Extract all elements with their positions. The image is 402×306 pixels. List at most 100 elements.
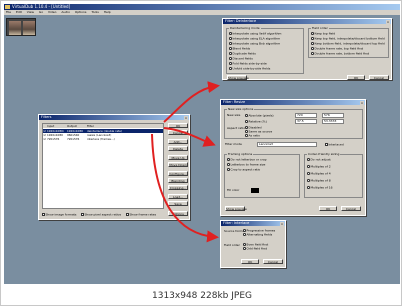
input-video-pane <box>9 21 21 35</box>
column-filter[interactable]: Filter <box>87 124 94 128</box>
mode-yadif-radio[interactable]: Interpolate using Yadif algorithm <box>229 32 281 36</box>
codec-mult-16-radio[interactable]: Multiples of 16 <box>307 186 333 190</box>
field-keep-bottom-interp-radio[interactable]: Keep bottom field, interpolate/discard t… <box>311 42 385 46</box>
mode-fold-radio[interactable]: Fold fields side-by-side <box>229 62 267 66</box>
blending-button[interactable]: Blending <box>168 178 188 183</box>
save-button[interactable]: Save <box>168 201 188 206</box>
move-down-button[interactable]: Move Down <box>168 162 188 167</box>
close-icon[interactable]: × <box>360 100 364 105</box>
alternating-fields-radio[interactable]: Alternating fields <box>243 233 272 237</box>
relative-width-input[interactable]: 37.5 <box>295 119 317 124</box>
app-icon <box>5 5 10 9</box>
codec-sizing-label: Codec-friendly sizing <box>307 152 341 156</box>
aspect-ratio-radio[interactable]: As ratio <box>245 134 260 138</box>
field-double-top-radio[interactable]: Double frame rate, top field first <box>311 47 363 51</box>
crop-radio[interactable]: Crop to aspect ratio <box>227 168 260 172</box>
codec-mult-8-radio[interactable]: Multiples of 8 <box>307 179 331 183</box>
show-frame-rates-checkbox[interactable]: Show frame rates <box>126 213 156 217</box>
letterbox-radio[interactable]: Letterbox to frame size <box>227 163 265 167</box>
filters-ok-button[interactable]: OK <box>168 123 188 128</box>
mode-bob-radio[interactable]: Interpolate using Bob algorithm <box>229 42 280 46</box>
codec-no-adjust-radio[interactable]: Do not adjust <box>307 158 331 162</box>
absolute-size-radio[interactable]: Absolute (pixels) <box>245 114 274 118</box>
menu-options[interactable]: Options <box>73 10 89 14</box>
framing-options-label: Framing options <box>227 152 254 156</box>
move-up-button[interactable]: Move Up <box>168 155 188 160</box>
deinterlace-mode-group-label: Deinterlacing mode <box>229 26 261 30</box>
odd-field-first-radio[interactable]: Odd field first <box>243 247 267 251</box>
image-frame: VirtualDub 1.10.4 - [Untitled] File Edit… <box>0 0 402 306</box>
mode-ela-radio[interactable]: Interpolate using ELA algorithm <box>229 37 280 41</box>
absolute-height-input[interactable]: 576 <box>322 113 344 118</box>
show-image-formats-checkbox[interactable]: Show image formats <box>42 213 76 217</box>
screenshot: VirtualDub 1.10.4 - [Untitled] File Edit… <box>4 4 400 284</box>
field-order-group: Field order Keep top field Keep top fiel… <box>308 27 389 58</box>
filter-mode-select[interactable]: Lanczos3 <box>257 142 317 147</box>
resize-preview-button[interactable]: Show preview <box>225 206 247 211</box>
absolute-width-input[interactable]: 720 <box>295 113 317 118</box>
load-button[interactable]: Load... <box>168 194 188 199</box>
deinterlace-ok-button[interactable]: OK <box>347 75 365 80</box>
mode-blend-radio[interactable]: Blend fields <box>229 47 250 51</box>
add-filter-button[interactable]: Add... <box>168 139 188 144</box>
filter-list-header: Input Output Filter <box>43 124 163 128</box>
filters-cancel-button[interactable]: Cancel <box>168 130 188 135</box>
codec-mult-4-radio[interactable]: Multiples of 4 <box>307 172 331 176</box>
mode-unfold-radio[interactable]: Unfold side-by-side fields <box>229 67 270 71</box>
fill-color-swatch[interactable] <box>251 188 259 193</box>
menu-tools[interactable]: Tools <box>89 10 100 14</box>
column-output[interactable]: Output <box>67 124 77 128</box>
size-options-group: New size options New size Absolute (pixe… <box>224 107 363 139</box>
menu-edit[interactable]: Edit <box>14 10 24 14</box>
menu-file[interactable]: File <box>4 10 13 14</box>
menu-go[interactable]: Go <box>37 10 45 14</box>
field-double-bottom-radio[interactable]: Double frame rate, bottom field first <box>311 52 369 56</box>
menu-help[interactable]: Help <box>102 10 113 14</box>
image-caption: 1313x948 228kb JPEG <box>152 291 252 301</box>
resize-dialog: Filter: Resize × New size options New si… <box>220 99 366 216</box>
filter-list[interactable]: Input Output Filter ☑ 1920x1080i 1920x10… <box>42 123 164 209</box>
filters-title: Filters <box>41 115 52 119</box>
relative-height-input[interactable]: 53.3333 <box>322 119 344 124</box>
deinterlace-cancel-button[interactable]: Cancel <box>369 75 389 80</box>
size-options-label: New size options <box>227 107 255 111</box>
deinterlace-titlebar: Filter: Deinterlace × <box>223 19 391 24</box>
interlace-titlebar: Filter: Interlace × <box>221 221 285 226</box>
mode-duplicate-radio[interactable]: Duplicate fields <box>229 52 256 56</box>
aspect-ratio-label: Aspect ratio <box>227 126 246 130</box>
interlace-ok-button[interactable]: OK <box>241 259 259 264</box>
resize-ok-button[interactable]: OK <box>319 206 337 211</box>
new-size-label: New size <box>227 113 241 117</box>
close-icon[interactable]: × <box>280 221 284 226</box>
close-icon[interactable]: × <box>386 19 390 24</box>
menu-view[interactable]: View <box>25 10 36 14</box>
menu-video[interactable]: Video <box>46 10 58 14</box>
cropping-button[interactable]: Cropping... <box>168 185 188 190</box>
relative-size-radio[interactable]: Relative (%) <box>245 120 267 124</box>
filter-mode-label: Filter mode <box>225 142 242 146</box>
filter-row[interactable]: ☑ 720x576 720x576 interlace (frames...) <box>43 137 163 141</box>
close-icon[interactable]: × <box>184 115 188 120</box>
deinterlace-dialog: Filter: Deinterlace × Deinterlacing mode… <box>222 18 392 80</box>
codec-sizing-group: Codec-friendly sizing Do not adjust Mult… <box>304 152 363 198</box>
deinterlace-title: Filter: Deinterlace <box>225 19 257 23</box>
no-letterbox-radio[interactable]: Do not letterbox or crop <box>227 158 267 162</box>
fill-color-label: Fill color <box>227 188 240 192</box>
options-button[interactable]: Options <box>168 211 188 216</box>
codec-mult-2-radio[interactable]: Multiples of 2 <box>307 165 331 169</box>
deinterlace-preview-button[interactable]: Show preview <box>227 75 249 80</box>
field-keep-top-interp-radio[interactable]: Keep top field, interpolate/discard bott… <box>311 37 385 41</box>
configure-button[interactable]: Configure... <box>168 171 188 176</box>
interlaced-checkbox[interactable]: Interlaced <box>325 143 344 147</box>
show-pixel-aspect-checkbox[interactable]: Show pixel aspect ratios <box>81 213 121 217</box>
field-keep-top-radio[interactable]: Keep top field <box>311 32 335 36</box>
deinterlace-mode-group: Deinterlacing mode Interpolate using Yad… <box>226 26 304 74</box>
delete-filter-button[interactable]: Delete <box>168 146 188 151</box>
resize-cancel-button[interactable]: Cancel <box>341 206 361 211</box>
filters-titlebar: Filters × <box>39 115 189 120</box>
column-input[interactable]: Input <box>47 124 54 128</box>
main-window-title: VirtualDub 1.10.4 - [Untitled] <box>12 4 71 9</box>
mode-discard-radio[interactable]: Discard fields <box>229 57 253 61</box>
interlace-cancel-button[interactable]: Cancel <box>263 259 283 264</box>
menu-audio[interactable]: Audio <box>59 10 72 14</box>
